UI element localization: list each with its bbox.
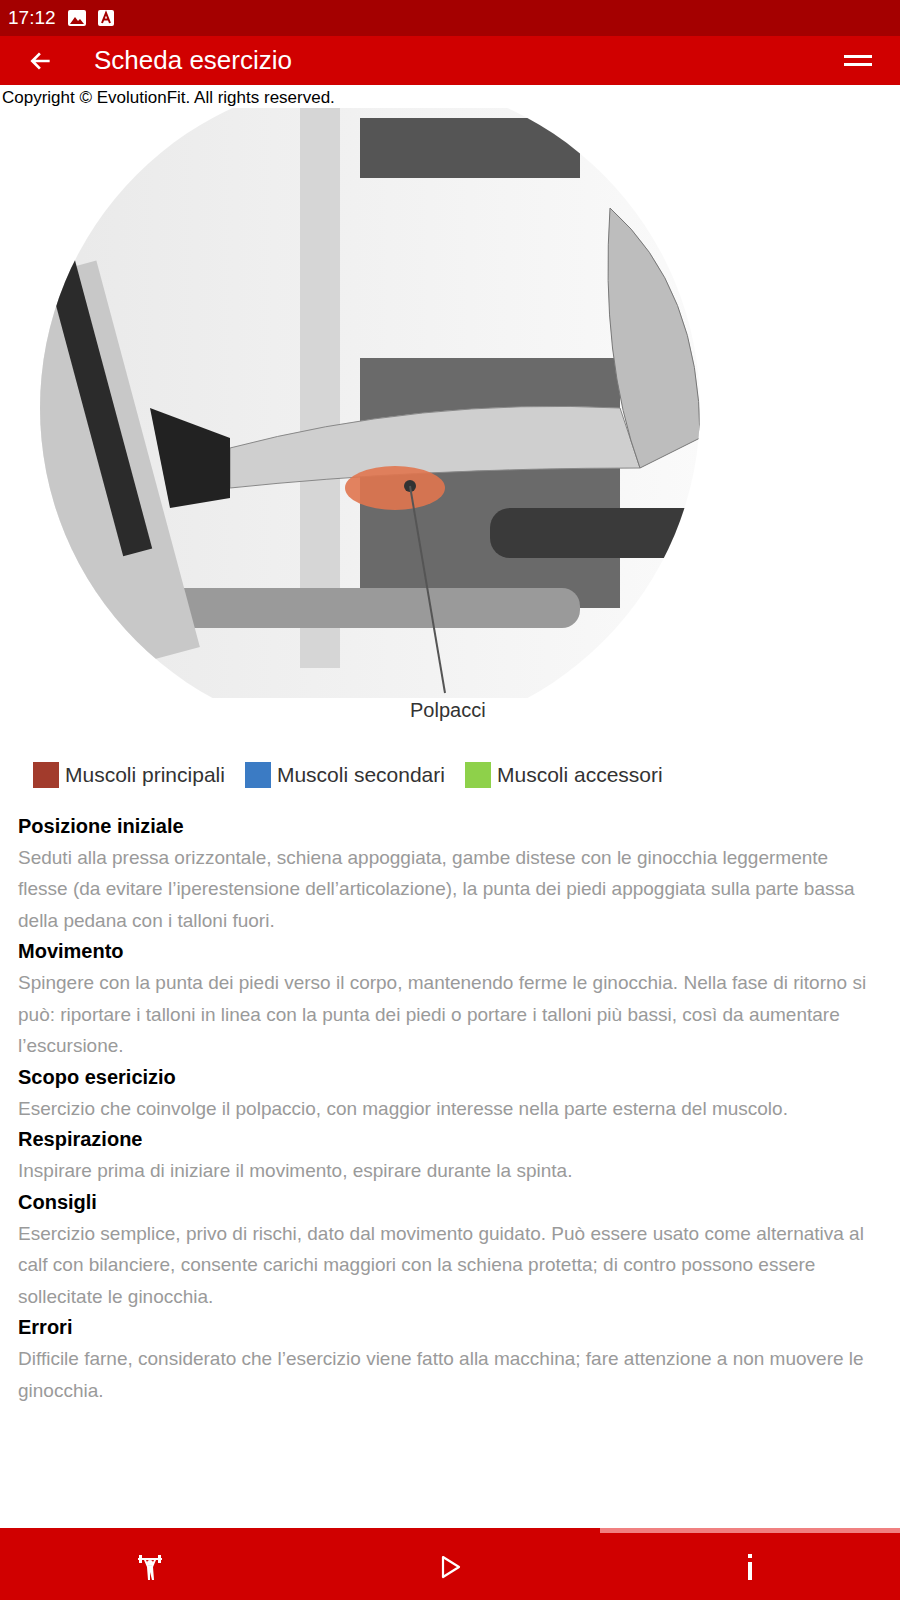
content: Copyright © EvolutionFit. All rights res… — [0, 85, 900, 1528]
section: Posizione inizialeSeduti alla pressa ori… — [18, 811, 882, 937]
copyright: Copyright © EvolutionFit. All rights res… — [0, 85, 900, 108]
sections: Posizione inizialeSeduti alla pressa ori… — [0, 811, 900, 1407]
tab-indicator — [300, 1528, 600, 1533]
header-title: Scheda esercizio — [94, 44, 844, 77]
header: Scheda esercizio — [0, 36, 900, 85]
legend-swatch — [33, 762, 59, 788]
legend-swatch — [465, 762, 491, 788]
legend-label: Muscoli accessori — [497, 759, 663, 791]
bottom-nav — [0, 1528, 900, 1600]
exercise-illustration: Copyright © EvolutionFit. All rights res… — [0, 85, 900, 735]
legend-label: Muscoli principali — [65, 759, 225, 791]
section-title: Errori — [18, 1312, 882, 1343]
legend-item: Muscoli secondari — [245, 759, 445, 791]
section-text: Spingere con la punta dei piedi verso il… — [18, 967, 882, 1062]
illustration — [0, 108, 900, 698]
section-title: Movimento — [18, 936, 882, 967]
app: 17:12 Scheda esercizio Copyright © Evoluti… — [0, 0, 900, 1600]
section-title: Consigli — [18, 1187, 882, 1218]
section: ErroriDifficile farne, considerato che l… — [18, 1312, 882, 1406]
bottom-nav-tab[interactable] — [300, 1528, 600, 1600]
section: ConsigliEsercizio semplice, privo di ris… — [18, 1187, 882, 1313]
bottom-nav-tab[interactable] — [600, 1528, 900, 1600]
weightlifter-icon — [136, 1553, 164, 1581]
back-arrow-icon[interactable] — [28, 48, 54, 74]
section-text: Inspirare prima di iniziare il movimento… — [18, 1155, 882, 1187]
section-text: Esercizio che coinvolge il polpaccio, co… — [18, 1093, 882, 1125]
status-time: 17:12 — [8, 4, 56, 33]
section: RespirazioneInspirare prima di iniziare … — [18, 1124, 882, 1187]
legend-label: Muscoli secondari — [277, 759, 445, 791]
muscle-label: Polpacci — [410, 698, 486, 723]
app-notification-icon — [98, 10, 114, 26]
image-notification-icon — [68, 10, 86, 26]
play-icon — [437, 1554, 463, 1580]
section-title: Scopo esericizio — [18, 1062, 882, 1093]
legend-item: Muscoli principali — [33, 759, 225, 791]
bottom-nav-tab[interactable] — [0, 1528, 300, 1600]
legend-item: Muscoli accessori — [465, 759, 663, 791]
legend: Muscoli principali Muscoli secondari Musco… — [0, 759, 900, 791]
menu-icon[interactable] — [844, 51, 872, 71]
info-icon — [744, 1553, 756, 1581]
section-text: Difficile farne, considerato che l’eserc… — [18, 1343, 882, 1406]
section-text: Esercizio semplice, privo di rischi, dat… — [18, 1218, 882, 1313]
status-bar: 17:12 — [0, 0, 900, 36]
section-title: Posizione iniziale — [18, 811, 882, 842]
section: Scopo esericizioEsercizio che coinvolge … — [18, 1062, 882, 1125]
tab-indicator — [600, 1528, 900, 1533]
legend-swatch — [245, 762, 271, 788]
section-title: Respirazione — [18, 1124, 882, 1155]
tab-indicator — [0, 1528, 300, 1533]
section-text: Seduti alla pressa orizzontale, schiena … — [18, 842, 882, 937]
section: MovimentoSpingere con la punta dei piedi… — [18, 936, 882, 1062]
